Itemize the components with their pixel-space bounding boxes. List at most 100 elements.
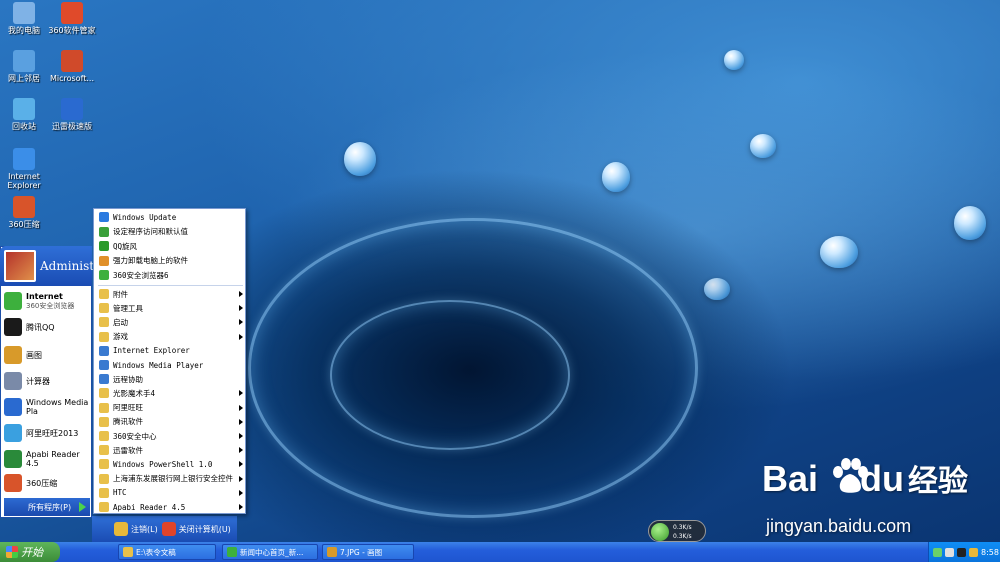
folder-icon: [99, 317, 109, 328]
start-menu-item[interactable]: Windows Media Pla: [4, 396, 90, 418]
desktop-icon[interactable]: 我的电脑: [0, 2, 48, 35]
program-menu-item-label: HTC: [113, 488, 127, 498]
recycle-bin-icon: [13, 98, 35, 120]
program-menu-item[interactable]: 光影魔术手4: [96, 386, 245, 400]
submenu-arrow-icon: [239, 390, 243, 397]
watermark-brand: Bai: [762, 458, 819, 499]
start-menu-item[interactable]: 计算器: [4, 370, 90, 392]
taskbar-button-label: 7.JPG - 画图: [340, 547, 383, 557]
network-icon[interactable]: [933, 547, 942, 557]
program-menu-item[interactable]: Windows PowerShell 1.0: [96, 457, 245, 471]
program-menu-item[interactable]: Windows Media Player: [96, 358, 245, 372]
desktop-icon-label: 回收站: [12, 122, 36, 131]
program-menu-item[interactable]: 远程协助: [96, 372, 245, 386]
archive-icon: [13, 196, 35, 218]
program-menu-item-label: 启动: [113, 317, 128, 327]
program-menu-item-label: 迅雷软件: [113, 445, 143, 455]
folder-icon: [99, 303, 109, 314]
start-button[interactable]: 开始: [0, 542, 60, 562]
media-player-icon: [99, 360, 109, 370]
desktop-icon[interactable]: 360压缩: [0, 196, 48, 229]
program-menu-item-label: 阿里旺旺: [113, 403, 143, 413]
program-menu-item[interactable]: 上海浦东发展银行网上银行安全控件: [96, 472, 245, 486]
security-icon[interactable]: [969, 547, 978, 557]
start-menu-item[interactable]: Apabi Reader 4.5: [4, 448, 90, 470]
net-speed-widget[interactable]: 0.3K/s 0.3K/s: [648, 520, 706, 542]
program-menu-item[interactable]: 管理工具: [96, 301, 245, 315]
taskbar-button[interactable]: 7.JPG - 画图: [322, 544, 414, 560]
default-programs-icon: [99, 226, 109, 237]
program-menu-item-label: 设定程序访问和默认值: [113, 227, 188, 236]
program-menu-item[interactable]: 360安全中心: [96, 429, 245, 443]
apabi-icon: [4, 450, 22, 468]
desktop-icon[interactable]: 360软件管家: [48, 2, 96, 35]
desktop-icon[interactable]: Internet Explorer: [0, 148, 48, 190]
program-menu-item-label: 管理工具: [113, 303, 143, 313]
submenu-arrow-icon: [239, 305, 243, 312]
program-menu-item[interactable]: 迅雷软件: [96, 443, 245, 457]
desktop-icon[interactable]: 迅雷极速版: [48, 98, 96, 131]
calculator-icon: [4, 372, 22, 390]
start-menu-footer: 注销(L) 关闭计算机(U): [92, 516, 237, 542]
start-menu-item[interactable]: 360压缩: [4, 472, 90, 494]
qq-icon[interactable]: [957, 547, 966, 557]
folder-icon: [99, 431, 109, 441]
clock[interactable]: 8:58: [981, 548, 999, 557]
all-programs-button[interactable]: 所有程序(P): [4, 498, 90, 516]
program-menu-item-label: 360安全浏览器6: [113, 270, 169, 280]
start-menu-item[interactable]: 阿里旺旺2013: [4, 422, 90, 444]
browser-icon: [99, 270, 109, 280]
desktop-icon-label: 我的电脑: [8, 26, 40, 35]
start-menu-item-text: Windows Media Pla: [26, 398, 90, 416]
start-menu-header: Administrator: [0, 246, 125, 286]
desktop-icon[interactable]: 网上邻居: [0, 50, 48, 83]
submenu-arrow-icon: [239, 447, 243, 454]
user-avatar[interactable]: [4, 250, 36, 282]
program-menu-item[interactable]: 设定程序访问和默认值: [96, 225, 245, 239]
start-menu-item[interactable]: Internet 360安全浏览器: [4, 290, 90, 312]
program-menu-item[interactable]: 启动: [96, 315, 245, 329]
submenu-arrow-icon: [239, 333, 243, 340]
taskbar-button[interactable]: 新闻中心首页_新...: [222, 544, 318, 560]
folder-icon: [99, 289, 109, 299]
arrow-right-icon: [79, 502, 86, 512]
logoff-button[interactable]: 注销(L): [114, 522, 158, 536]
volume-icon[interactable]: [945, 547, 954, 557]
baidu-paw-icon: [833, 458, 868, 493]
submenu-arrow-icon: [239, 418, 243, 425]
folder-icon: [99, 416, 109, 427]
start-menu-item[interactable]: 画图: [4, 344, 90, 366]
water-drop: [750, 134, 776, 158]
browser-icon: [4, 292, 22, 310]
program-menu-item[interactable]: HTC: [96, 486, 245, 500]
program-menu-item[interactable]: 附件: [96, 287, 245, 301]
program-menu-item[interactable]: 游戏: [96, 330, 245, 344]
taskbar-button-label: E:\表令文稿: [136, 547, 176, 557]
program-menu-item[interactable]: Internet Explorer: [96, 344, 245, 358]
desktop-icon[interactable]: 回收站: [0, 98, 48, 131]
start-menu-item-text: 阿里旺旺2013: [26, 428, 78, 439]
system-tray: 8:58: [928, 542, 1000, 562]
program-menu-item-label: Windows Media Player: [113, 360, 204, 370]
start-menu-item[interactable]: 腾讯QQ: [4, 316, 90, 338]
folder-icon: [99, 445, 109, 456]
program-menu-item[interactable]: Apabi Reader 4.5: [96, 500, 245, 514]
desktop-icon-label: Microsoft...: [49, 74, 95, 83]
qq-icon: [4, 318, 22, 336]
folder-icon: [99, 487, 109, 498]
taskbar-button[interactable]: E:\表令文稿: [118, 544, 216, 560]
shutdown-button[interactable]: 关闭计算机(U): [161, 522, 231, 536]
program-menu-item[interactable]: Windows Update: [96, 210, 245, 224]
all-programs-menu: Windows Update 设定程序访问和默认值 QQ旋风 强力卸载电脑上的软件 36…: [93, 208, 246, 514]
desktop-icon-label: Internet Explorer: [7, 172, 41, 190]
program-menu-item[interactable]: 腾讯软件: [96, 415, 245, 429]
program-menu-item[interactable]: QQ旋风: [96, 239, 245, 253]
start-menu-item-text: 画图: [26, 350, 42, 361]
program-menu-item[interactable]: 强力卸载电脑上的软件: [96, 254, 245, 268]
program-menu-item[interactable]: 360安全浏览器6: [96, 268, 245, 282]
program-menu-item[interactable]: 阿里旺旺: [96, 401, 245, 415]
water-drop: [344, 142, 376, 176]
start-menu-item-label: 360压缩: [26, 478, 58, 488]
shutdown-label: 关闭计算机(U): [178, 524, 231, 534]
desktop-icon[interactable]: Microsoft...: [48, 50, 96, 83]
